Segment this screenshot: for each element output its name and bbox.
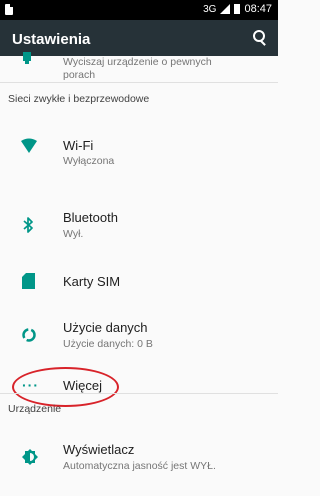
search-icon[interactable] xyxy=(250,28,270,48)
list-item-subtitle: Automatyczna jasność jest WYŁ. xyxy=(63,460,216,472)
divider xyxy=(0,82,278,83)
list-item-subtitle: porach xyxy=(63,69,96,81)
sim-card-icon xyxy=(22,273,35,289)
list-item-sim-cards[interactable]: Karty SIM xyxy=(0,268,278,308)
list-item-subtitle: Wyłączona xyxy=(63,155,115,167)
display-brightness-icon xyxy=(22,449,38,465)
list-item-title: Wi-Fi xyxy=(63,138,94,153)
annotation-circle xyxy=(12,367,119,407)
list-item-display[interactable]: Wyświetlacz Automatyczna jasność jest WY… xyxy=(0,440,278,490)
data-usage-icon xyxy=(22,328,36,342)
list-item-subtitle: Wył. xyxy=(63,228,84,240)
list-item-subtitle: Wyciszaj urządzenie o pewnych xyxy=(63,56,212,68)
list-item-title: Karty SIM xyxy=(63,274,121,289)
list-item-title: Bluetooth xyxy=(63,210,118,225)
sim-icon xyxy=(5,4,13,15)
section-header-device: Urządzenie xyxy=(8,403,62,415)
section-header-wireless: Sieci zwykłe i bezprzewodowe xyxy=(8,93,150,105)
list-item-subtitle: Użycie danych: 0 B xyxy=(63,338,153,350)
wifi-icon xyxy=(21,138,37,153)
bluetooth-icon xyxy=(23,217,33,233)
list-item-bluetooth[interactable]: Bluetooth Wył. xyxy=(0,208,278,258)
status-bar: 3G 08:47 xyxy=(0,0,278,20)
list-item-data-usage[interactable]: Użycie danych Użycie danych: 0 B xyxy=(0,318,278,368)
list-item-title: Wyświetlacz xyxy=(63,442,135,457)
page-title: Ustawienia xyxy=(12,31,91,48)
divider xyxy=(0,393,278,394)
list-item-wifi[interactable]: Wi-Fi Wyłączona xyxy=(0,132,278,182)
list-item-title: Użycie danych xyxy=(63,320,148,335)
bell-icon xyxy=(23,52,31,64)
app-bar: Ustawienia xyxy=(0,20,278,56)
status-time: 08:47 xyxy=(244,3,272,15)
battery-icon xyxy=(234,4,241,14)
network-type: 3G xyxy=(203,3,217,15)
signal-icon xyxy=(220,4,231,14)
